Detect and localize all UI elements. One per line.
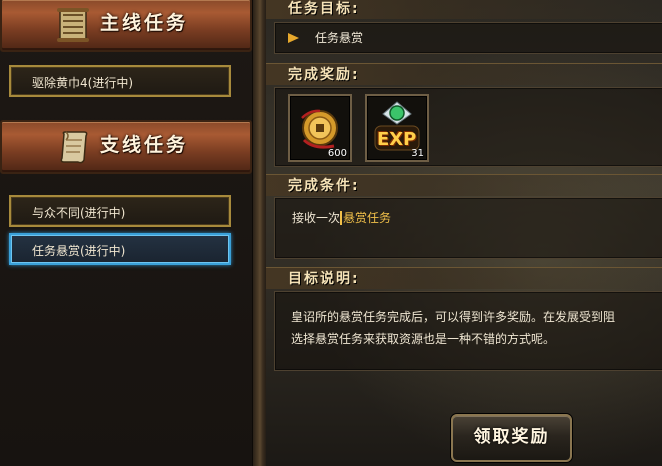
panel-divider [252,0,267,466]
condition-box [274,197,662,259]
condition-text: 接收一次 悬赏任务 [292,209,392,226]
description-line: 皇诏所的悬赏任务完成后，可以得到许多奖励。在发展受到阻 [291,310,616,324]
scroll-icon [60,131,88,164]
quest-item-label: 任务悬赏(进行中) [32,244,126,258]
quest-detail-panel: 任务目标: 任务悬赏 完成奖励: 600 EXP 31 完成条件: 接收一次 悬赏… [266,0,662,466]
quest-item-main-1[interactable]: 驱除黄巾4(进行中) [9,65,231,97]
scroll-bundle-icon [57,8,89,42]
side-quest-category[interactable]: 支线任务 [0,120,252,174]
description-line: 选择悬赏任务来获取资源也是一种不错的方式呢。 [291,332,556,346]
main-quest-category-label: 主线任务 [100,12,189,34]
quest-item-side-1[interactable]: 与众不同(进行中) [9,195,231,227]
reward-slot-exp[interactable]: EXP 31 [365,94,429,162]
goal-heading: 任务目标: [266,0,662,19]
quest-item-label: 与众不同(进行中) [32,206,126,220]
description-text: 皇诏所的悬赏任务完成后，可以得到许多奖励。在发展受到阻 选择悬赏任务来获取资源也… [291,306,662,350]
condition-prefix: 接收一次 [292,211,341,225]
quest-sidebar: 主线任务 驱除黄巾4(进行中) 支线任务 与众不同(进行中) 任务悬赏(进行中) [0,0,252,466]
arrow-right-icon [288,33,299,43]
condition-heading: 完成条件: [266,174,662,196]
exp-label: EXP [377,129,417,150]
main-quest-category[interactable]: 主线任务 [0,0,252,52]
description-heading: 目标说明: [266,267,662,289]
reward-count: 600 [327,148,347,159]
reward-slot-coins[interactable]: 600 [288,94,352,162]
claim-reward-button[interactable]: 领取奖励 [451,414,572,462]
reward-heading: 完成奖励: [266,63,662,85]
side-quest-category-label: 支线任务 [100,134,189,156]
reward-count: 31 [411,148,424,159]
goal-text: 任务悬赏 [315,31,364,45]
condition-link[interactable]: 悬赏任务 [340,211,392,225]
quest-item-label: 驱除黄巾4(进行中) [32,76,133,90]
quest-item-side-2[interactable]: 任务悬赏(进行中) [9,233,231,265]
